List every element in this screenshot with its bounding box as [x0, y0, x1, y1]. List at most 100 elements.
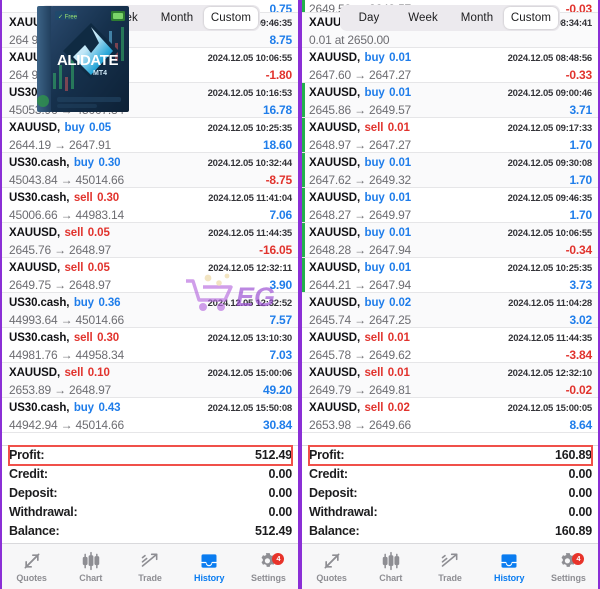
nav-label: Chart	[79, 572, 103, 583]
validate-mt4-product-box: ✓ Free ALIDATE MT4	[37, 6, 129, 112]
deal-row[interactable]: XAUUSD, sell 0.02 2024.12.05 15:00:05 26…	[302, 398, 598, 433]
deal-prices: 45006.66 → 44983.14	[9, 208, 124, 222]
deal-profit: -8.75	[265, 173, 293, 187]
left-history-panel: DayWeekMonthCustom 0.75 XAUUSD	[0, 0, 300, 589]
deal-time: 2024.12.05 09:17:33	[507, 123, 593, 134]
deal-row[interactable]: XAUUSD, buy 0.02 2024.12.05 11:04:28 264…	[302, 293, 598, 328]
deal-row[interactable]: XAUUSD, buy 0.01 2024.12.05 08:48:56 264…	[302, 48, 598, 83]
deal-row[interactable]: US30.cash, buy 0.36 2024.12.05 12:32:52 …	[2, 293, 298, 328]
deal-row[interactable]: XAUUSD, buy 0.01 2024.12.05 10:06:55 264…	[302, 223, 598, 258]
deal-row[interactable]: XAUUSD, sell 0.10 2024.12.05 15:00:06 26…	[2, 363, 298, 398]
right-nav-item-trade[interactable]: Trade	[420, 551, 479, 583]
deal-status-bar	[2, 0, 5, 12]
summary-label: Credit:	[9, 467, 48, 481]
left-period-tab-custom[interactable]: Custom	[204, 7, 258, 29]
deal-row[interactable]: US30.cash, sell 0.30 2024.12.05 13:10:30…	[2, 328, 298, 363]
right-nav-item-history[interactable]: History	[480, 551, 539, 583]
deal-row[interactable]: XAUUSD, buy 0.01 2024.12.05 09:00:46 264…	[302, 83, 598, 118]
deal-row[interactable]: XAUUSD, buy 0.01 2024.12.05 09:30:08 264…	[302, 153, 598, 188]
deal-profit: -1.80	[265, 68, 293, 82]
deal-row[interactable]: XAUUSD, buy 0.01 2024.12.05 10:25:35 264…	[302, 258, 598, 293]
deal-row[interactable]: US30.cash, buy 0.30 2024.12.05 10:32:44 …	[2, 153, 298, 188]
deal-time: 2024.12.05 15:50:08	[207, 403, 293, 414]
right-nav-item-chart[interactable]: Chart	[361, 551, 420, 583]
deal-prices: 2648.97 → 2647.27	[309, 138, 412, 152]
right-period-tab-custom[interactable]: Custom	[504, 7, 558, 29]
deal-side: buy	[64, 122, 85, 134]
deal-profit: 16.78	[262, 103, 292, 117]
left-nav-item-chart[interactable]: Chart	[61, 551, 120, 583]
deal-status-bar	[2, 13, 5, 47]
summary-value: 0.00	[268, 486, 292, 500]
deal-row[interactable]: XAUUSD, sell 0.05 2024.12.05 11:44:35 26…	[2, 223, 298, 258]
summary-label: Withdrawal:	[309, 505, 378, 519]
deal-prices: 2647.60 → 2647.27	[309, 68, 412, 82]
deal-status-bar	[2, 293, 5, 327]
deal-symbol: XAUUSD,	[309, 52, 361, 64]
deal-row[interactable]: XAUUSD, buy 0.01 2024.12.05 09:46:35 264…	[302, 188, 598, 223]
left-summary-row-balance: Balance: 512.49	[9, 522, 292, 541]
deal-time: 2024.12.05 10:06:55	[507, 228, 593, 239]
deal-time: 2024.12.05 09:46:35	[507, 193, 593, 204]
deal-status-bar	[302, 398, 305, 432]
deal-row[interactable]: XAUUSD, sell 0.01 2024.12.05 11:44:35 26…	[302, 328, 598, 363]
deal-profit: 3.71	[569, 103, 592, 117]
deal-symbol: US30.cash,	[9, 297, 70, 309]
deal-profit: 8.75	[269, 33, 292, 47]
deal-volume: 0.36	[98, 297, 121, 309]
deal-time: 2024.12.05 15:00:05	[507, 403, 593, 414]
deal-row[interactable]: XAUUSD, sell 0.01 2024.12.05 09:17:33 26…	[302, 118, 598, 153]
right-period-tab-day[interactable]: Day	[342, 7, 396, 29]
deal-prices: 44942.94 → 45014.66	[9, 418, 124, 432]
deal-symbol: US30.cash,	[9, 157, 70, 169]
right-deal-list[interactable]: 2649.50 → 2649.57 -0.03 XAUUSD, buy stop…	[302, 0, 598, 445]
left-summary-row-deposit: Deposit: 0.00	[9, 484, 292, 503]
deal-volume: 0.43	[98, 402, 121, 414]
right-bottom-nav[interactable]: Quotes Chart Trade History Settings 4	[302, 543, 598, 589]
deal-side: sell	[64, 367, 84, 379]
deal-time: 2024.12.05 10:25:35	[207, 123, 293, 134]
deal-status-bar	[302, 48, 305, 82]
deal-prices: 2653.98 → 2649.66	[309, 418, 412, 432]
deal-prices: 2644.21 → 2647.94	[309, 278, 412, 292]
summary-value: 0.00	[268, 505, 292, 519]
right-summary-row-balance: Balance: 160.89	[309, 522, 592, 541]
left-nav-item-quotes[interactable]: Quotes	[2, 551, 61, 583]
deal-side: buy	[364, 297, 385, 309]
right-period-tab-week[interactable]: Week	[396, 7, 450, 29]
deal-status-bar	[302, 13, 305, 47]
deal-prices: 2645.78 → 2649.62	[309, 348, 412, 362]
deal-row[interactable]: XAUUSD, sell 0.05 2024.12.05 12:32:11 26…	[2, 258, 298, 293]
trade-icon	[441, 553, 458, 567]
deal-symbol: US30.cash,	[9, 332, 70, 344]
summary-label: Profit:	[309, 448, 345, 462]
left-bottom-nav[interactable]: Quotes Chart Trade History Settings 4	[2, 543, 298, 589]
left-nav-item-history[interactable]: History	[180, 551, 239, 583]
deal-volume: 0.01	[389, 192, 412, 204]
summary-value: 0.00	[568, 467, 592, 481]
deal-row[interactable]: US30.cash, sell 0.30 2024.12.05 11:41:04…	[2, 188, 298, 223]
right-summary-row-withdrawal: Withdrawal: 0.00	[309, 503, 592, 522]
deal-row[interactable]: US30.cash, buy 0.43 2024.12.05 15:50:08 …	[2, 398, 298, 433]
right-period-tab-month[interactable]: Month	[450, 7, 504, 29]
deal-row[interactable]: XAUUSD, buy 0.05 2024.12.05 10:25:35 264…	[2, 118, 298, 153]
deal-prices: 44981.76 → 44958.34	[9, 348, 124, 362]
deal-side: sell	[364, 367, 384, 379]
deal-side: buy	[364, 192, 385, 204]
right-period-tabbar[interactable]: Day Week Month Custom	[340, 5, 560, 31]
trade-icon	[141, 553, 158, 567]
deal-volume: 0.02	[389, 297, 412, 309]
nav-label: Trade	[438, 572, 462, 583]
deal-side: buy	[73, 402, 94, 414]
deal-row[interactable]: XAUUSD, sell 0.01 2024.12.05 12:32:10 26…	[302, 363, 598, 398]
left-nav-item-settings[interactable]: Settings 4	[239, 551, 298, 583]
right-nav-item-quotes[interactable]: Quotes	[302, 551, 361, 583]
deal-symbol: XAUUSD,	[309, 227, 361, 239]
deal-profit: 49.20	[262, 383, 292, 397]
left-period-tab-month[interactable]: Month	[150, 7, 204, 29]
right-nav-item-settings[interactable]: Settings 4	[539, 551, 598, 583]
deal-status-bar	[2, 328, 5, 362]
deal-prices: 2645.86 → 2649.57	[309, 103, 412, 117]
deal-side: sell	[73, 192, 93, 204]
left-nav-item-trade[interactable]: Trade	[120, 551, 179, 583]
